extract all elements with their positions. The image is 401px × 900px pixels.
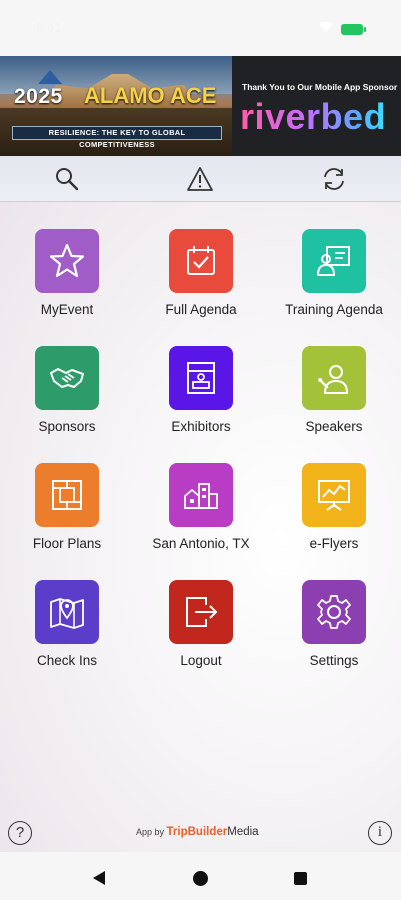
gear-icon bbox=[317, 595, 351, 629]
tile-label: San Antonio, TX bbox=[152, 536, 250, 551]
tile-sponsors[interactable]: Sponsors bbox=[0, 319, 134, 434]
tile-label: MyEvent bbox=[40, 302, 94, 317]
tile-check-ins[interactable]: Check Ins bbox=[0, 553, 134, 668]
recent-apps-icon[interactable] bbox=[294, 872, 307, 885]
info-icon: i bbox=[377, 824, 383, 840]
tile-icon-box bbox=[169, 346, 233, 410]
status-time: 9:41 bbox=[36, 20, 62, 35]
tile-label: Speakers bbox=[305, 419, 363, 434]
help-icon: ? bbox=[15, 824, 25, 841]
booth-icon bbox=[187, 362, 215, 394]
tile-label: Logout bbox=[180, 653, 222, 668]
tile-san-antonio[interactable]: San Antonio, TX bbox=[134, 436, 268, 551]
tile-label: e-Flyers bbox=[309, 536, 359, 551]
star-icon bbox=[49, 243, 85, 278]
tile-exhibitors[interactable]: Exhibitors bbox=[134, 319, 268, 434]
battery-icon bbox=[341, 24, 366, 35]
credit-brand-suffix: Media bbox=[227, 826, 259, 838]
tile-icon-box bbox=[35, 580, 99, 644]
tile-e-flyers[interactable]: e-Flyers bbox=[267, 436, 401, 551]
refresh-icon bbox=[324, 168, 344, 190]
tile-full-agenda[interactable]: Full Agenda bbox=[134, 202, 268, 317]
search-button[interactable] bbox=[51, 163, 83, 195]
event-banner-image: 2025 ALAMO ACE RESILIENCE: THE KEY TO GL… bbox=[0, 56, 232, 156]
alerts-button[interactable] bbox=[184, 163, 216, 195]
tile-icon-box bbox=[302, 346, 366, 410]
tile-label: Sponsors bbox=[38, 419, 96, 434]
tile-icon-box bbox=[35, 346, 99, 410]
toolbar bbox=[0, 156, 401, 202]
tile-speakers[interactable]: Speakers bbox=[267, 319, 401, 434]
credit-prefix: App by bbox=[136, 827, 165, 837]
presentation-chart-icon bbox=[318, 480, 350, 511]
tile-icon-box bbox=[169, 580, 233, 644]
main-dashboard: MyEvent Full Agenda Training Agenda Spon… bbox=[0, 156, 401, 852]
search-icon bbox=[56, 168, 79, 191]
tile-label: Floor Plans bbox=[32, 536, 102, 551]
tile-label: Check Ins bbox=[36, 653, 98, 668]
app-credit: App by TripBuilderMedia bbox=[136, 826, 259, 838]
tile-icon-box bbox=[302, 229, 366, 293]
tile-icon-box bbox=[302, 463, 366, 527]
logout-icon bbox=[186, 597, 218, 627]
speaker-icon bbox=[318, 365, 349, 394]
sponsor-ad[interactable]: Thank You to Our Mobile App Sponsor rive… bbox=[232, 56, 401, 156]
tile-label: Exhibitors bbox=[171, 419, 231, 434]
tile-training-agenda[interactable]: Training Agenda bbox=[267, 202, 401, 317]
tile-label: Full Agenda bbox=[165, 302, 237, 317]
tile-settings[interactable]: Settings bbox=[267, 553, 401, 668]
tile-icon-box bbox=[169, 229, 233, 293]
calendar-check-icon bbox=[187, 246, 215, 275]
tile-icon-box bbox=[302, 580, 366, 644]
tile-floor-plans[interactable]: Floor Plans bbox=[0, 436, 134, 551]
home-icon[interactable] bbox=[193, 871, 208, 886]
tile-logout[interactable]: Logout bbox=[134, 553, 268, 668]
floor-plan-icon bbox=[52, 480, 82, 510]
tile-icon-box bbox=[35, 463, 99, 527]
status-bar: 9:41 bbox=[0, 0, 401, 56]
map-pin-icon bbox=[50, 598, 84, 629]
event-name: ALAMO ACE bbox=[84, 83, 217, 108]
info-button[interactable]: i bbox=[368, 821, 392, 845]
event-year: 2025 bbox=[14, 85, 63, 108]
tile-label: Settings bbox=[309, 653, 359, 668]
sponsor-note: Thank You to Our Mobile App Sponsor bbox=[242, 82, 398, 92]
event-logo-icon bbox=[38, 70, 62, 84]
tile-label: Training Agenda bbox=[285, 302, 383, 317]
sponsor-logo: riverbed bbox=[240, 96, 387, 137]
presenter-board-icon bbox=[316, 246, 350, 276]
city-icon bbox=[184, 483, 218, 509]
wifi-icon bbox=[319, 22, 333, 32]
back-icon[interactable] bbox=[93, 871, 105, 885]
event-tagline: RESILIENCE: THE KEY TO GLOBAL COMPETITIV… bbox=[12, 126, 222, 149]
tile-icon-box bbox=[169, 463, 233, 527]
handshake-icon bbox=[50, 368, 84, 388]
help-button[interactable]: ? bbox=[8, 821, 32, 845]
refresh-button[interactable] bbox=[318, 163, 350, 195]
alert-icon bbox=[187, 167, 213, 191]
sponsor-banner[interactable]: 2025 ALAMO ACE RESILIENCE: THE KEY TO GL… bbox=[0, 56, 401, 156]
tile-icon-box bbox=[35, 229, 99, 293]
tile-myevent[interactable]: MyEvent bbox=[0, 202, 134, 317]
credit-brand: TripBuilder bbox=[166, 826, 228, 838]
system-nav-bar bbox=[0, 852, 401, 900]
